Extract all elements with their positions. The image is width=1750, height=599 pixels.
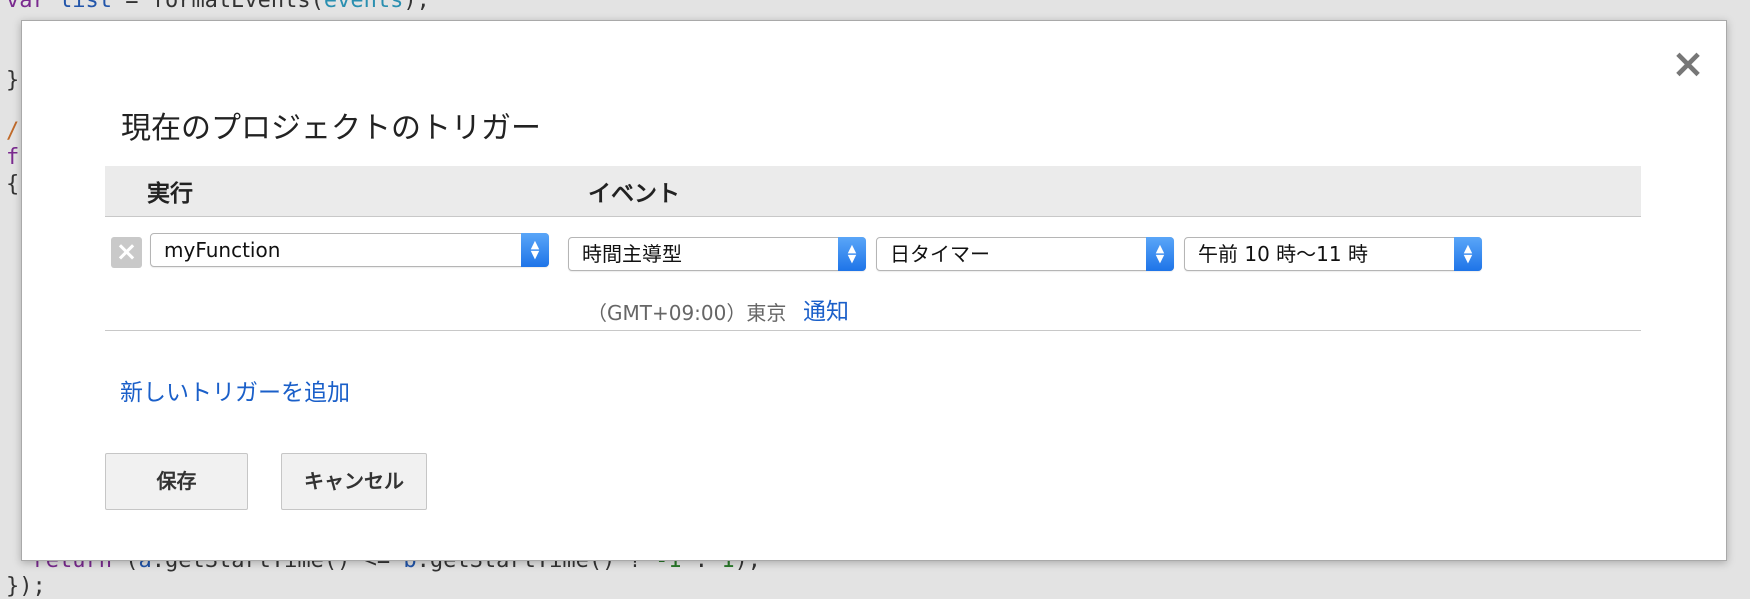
code-line: });	[6, 574, 46, 599]
cancel-button[interactable]: キャンセル	[281, 453, 427, 510]
code-line: var list = formatEvents(events);	[6, 0, 430, 13]
triggers-dialog: × 現在のプロジェクトのトリガー 実行 イベント × myFunction ▲ ▼…	[21, 20, 1727, 561]
row-divider	[105, 330, 1641, 331]
function-select-value: myFunction	[164, 238, 281, 262]
select-arrows-icon: ▲ ▼	[838, 237, 866, 271]
notification-link[interactable]: 通知	[803, 292, 849, 326]
select-arrows-icon: ▲ ▼	[521, 233, 549, 267]
code-line: /	[6, 119, 20, 144]
time-of-day-select[interactable]: 午前 10 時〜11 時 ▲ ▼	[1184, 237, 1482, 271]
select-arrows-icon: ▲ ▼	[1146, 237, 1174, 271]
close-button[interactable]: ×	[1670, 44, 1706, 84]
close-icon: ×	[1671, 41, 1705, 87]
code-line: f	[6, 145, 20, 170]
code-line: }	[6, 68, 20, 93]
close-icon: ×	[115, 237, 138, 267]
code-line: {	[6, 172, 20, 197]
delete-trigger-button[interactable]: ×	[111, 237, 142, 268]
header-run: 実行	[147, 181, 193, 207]
save-button[interactable]: 保存	[105, 453, 248, 510]
select-arrows-icon: ▲ ▼	[1454, 237, 1482, 271]
dialog-title: 現在のプロジェクトのトリガー	[121, 111, 541, 146]
triggers-table-header: 実行 イベント	[105, 166, 1641, 217]
add-trigger-link[interactable]: 新しいトリガーを追加	[120, 373, 350, 407]
event-source-value: 時間主導型	[582, 242, 682, 266]
time-of-day-value: 午前 10 時〜11 時	[1198, 242, 1368, 266]
event-source-select[interactable]: 時間主導型 ▲ ▼	[568, 237, 866, 271]
function-select[interactable]: myFunction ▲ ▼	[150, 233, 549, 267]
header-event: イベント	[588, 181, 680, 207]
timer-type-value: 日タイマー	[890, 242, 990, 266]
timezone-label: （GMT+09:00）東京	[587, 301, 787, 325]
timer-type-select[interactable]: 日タイマー ▲ ▼	[876, 237, 1174, 271]
